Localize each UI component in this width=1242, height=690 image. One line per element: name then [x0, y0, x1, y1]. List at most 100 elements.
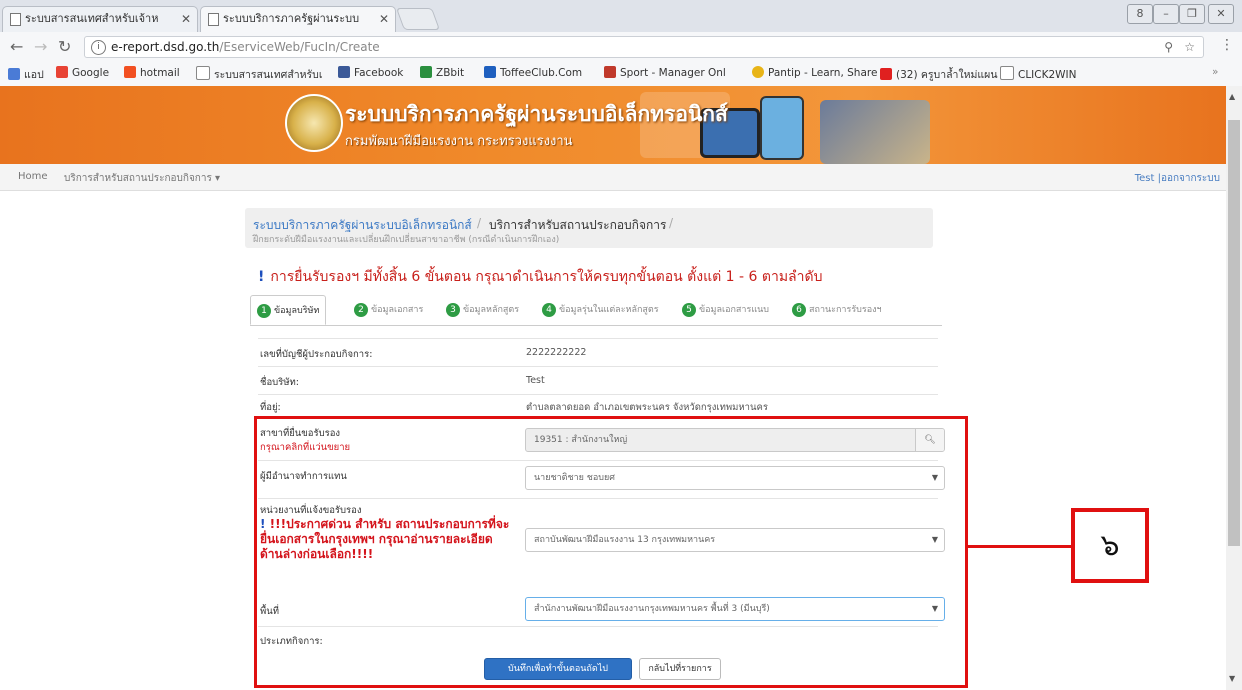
maximize-button[interactable]: ❐: [1179, 4, 1205, 24]
bookmark-dsd[interactable]: ระบบสารสนเทศสำหรับเ: [196, 66, 322, 83]
step-number: 4: [542, 302, 556, 317]
site-nav: Home บริการสำหรับสถานประกอบกิจการ ▾ Test…: [0, 164, 1226, 191]
steps-warning: ! การยื่นรับรองฯ มีทั้งสิ้น 6 ขั้นตอน กรุ…: [258, 266, 822, 288]
toffeeclub-icon: [484, 66, 496, 78]
bookmark-sport-manager[interactable]: Sport - Manager Onl: [604, 66, 726, 79]
bookmark-label: ระบบสารสนเทศสำหรับเ: [214, 69, 323, 81]
close-icon[interactable]: ✕: [379, 7, 389, 31]
scroll-up-icon[interactable]: ▲: [1229, 92, 1235, 101]
step-label: ข้อมูลเอกสาร: [371, 305, 424, 315]
bookmark-hotmail[interactable]: hotmail: [124, 66, 180, 79]
step-number: 6: [792, 302, 806, 317]
tab-step-5[interactable]: 5 ข้อมูลเอกสารแนบ: [682, 295, 769, 325]
steps-tabs: 1 ข้อมูลบริษัท 2 ข้อมูลเอกสาร 3 ข้อมูลหลักส…: [250, 295, 942, 326]
site-banner: ระบบบริการภาครัฐผ่านระบบอิเล็กทรอนิกส์ ก…: [0, 86, 1226, 164]
bookmark-label: Sport - Manager Onl: [620, 67, 726, 79]
breadcrumb-separator: /: [477, 216, 482, 230]
employer-id-value: 2222222222: [526, 347, 587, 358]
bookmark-label: Google: [72, 67, 110, 79]
breadcrumb-subtitle: ฝึกยกระดับฝีมือแรงงานและเปลี่ยนฝึกเปลี่ย…: [253, 235, 560, 245]
browser-tab-title: ระบบบริการภาครัฐผ่านระบบ: [223, 12, 360, 25]
address-bar: ← → ↻ i e-report.dsd.go.th/EserviceWeb/F…: [0, 32, 1242, 63]
user-icon[interactable]: 8: [1127, 4, 1153, 24]
tab-step-1[interactable]: 1 ข้อมูลบริษัท: [250, 295, 327, 325]
tab-step-3[interactable]: 3 ข้อมูลหลักสูตร: [446, 295, 519, 325]
nav-services-dropdown[interactable]: บริการสำหรับสถานประกอบกิจการ ▾: [64, 171, 220, 186]
bookmark-label: ToffeeClub.Com: [500, 67, 583, 79]
browser-tab-bar: ระบบสารสนเทศสำหรับเจ้าห ✕ ระบบบริการภาคร…: [0, 0, 1242, 33]
youtube-icon: [880, 68, 892, 80]
bookmark-label: Facebook: [354, 67, 404, 79]
new-tab-button[interactable]: [395, 8, 441, 30]
zoom-icon[interactable]: ⚲: [1164, 37, 1173, 57]
phone-image: [760, 96, 804, 160]
bookmark-pantip[interactable]: Pantip - Learn, Share: [752, 66, 877, 79]
document-icon: [1000, 66, 1014, 80]
step-label: ข้อมูลบริษัท: [274, 306, 320, 316]
address-row: ที่อยู่: ตำบลตลาดยอด อำเภอเขตพระนคร จังห…: [258, 394, 938, 417]
annotation-connector: [968, 545, 1071, 548]
bookmark-youtube[interactable]: (32) ครูบาล้ำใหม่แผน: [880, 66, 998, 83]
url-path: /EserviceWeb/FucIn/Create: [219, 40, 380, 54]
employer-id-row: เลขที่บัญชีผู้ประกอบกิจการ: 2222222222: [258, 338, 938, 367]
url-host: e-report.dsd.go.th: [111, 40, 220, 54]
scroll-thumb[interactable]: [1228, 120, 1240, 546]
info-icon[interactable]: i: [91, 40, 106, 55]
address-value: ตำบลตลาดยอด อำเภอเขตพระนคร จังหวัดกรุงเท…: [526, 402, 768, 413]
browser-tab-title: ระบบสารสนเทศสำหรับเจ้าห: [25, 12, 159, 25]
step-label: ข้อมูลหลักสูตร: [463, 305, 520, 315]
step-number: 2: [354, 302, 368, 317]
bookmark-toffeeclub[interactable]: ToffeeClub.Com: [484, 66, 582, 79]
browser-tab-1[interactable]: ระบบสารสนเทศสำหรับเจ้าห ✕: [2, 6, 198, 32]
bookmark-label: hotmail: [140, 67, 180, 79]
step-number: 5: [682, 302, 696, 317]
nav-logout[interactable]: Test |ออกจากระบบ: [1135, 171, 1220, 186]
browser-tab-2[interactable]: ระบบบริการภาครัฐผ่านระบบ ✕: [200, 6, 396, 32]
bookmarks-bar: แอป Google hotmail ระบบสารสนเทศสำหรับเ F…: [0, 62, 1242, 87]
zbbit-icon: [420, 66, 432, 78]
forward-arrow-icon[interactable]: →: [34, 37, 47, 56]
back-arrow-icon[interactable]: ←: [10, 37, 23, 56]
site-subtitle: กรมพัฒนาฝีมือแรงงาน กระทรวงแรงงาน: [345, 134, 573, 149]
nav-home[interactable]: Home: [18, 171, 48, 182]
breadcrumb-separator: /: [669, 216, 674, 230]
company-value: Test: [526, 375, 545, 386]
bookmark-label: (32) ครูบาล้ำใหม่แผน: [896, 69, 998, 81]
step-label: สถานะการรับรองฯ: [809, 305, 882, 315]
bookmark-google[interactable]: Google: [56, 66, 109, 79]
minimize-button[interactable]: –: [1153, 4, 1179, 24]
scroll-down-icon[interactable]: ▼: [1229, 674, 1235, 683]
annotation-label: ๖: [1071, 508, 1149, 583]
more-bookmarks-icon[interactable]: »: [1212, 66, 1218, 78]
site-title: ระบบบริการภาครัฐผ่านระบบอิเล็กทรอนิกส์: [345, 102, 728, 126]
apps-icon: [8, 68, 20, 80]
bookmark-label: ZBbit: [436, 67, 465, 79]
gmail-icon: [604, 66, 616, 78]
bookmark-apps[interactable]: แอป: [8, 66, 44, 83]
bookmark-zbbit[interactable]: ZBbit: [420, 66, 464, 79]
menu-icon[interactable]: ⋮: [1220, 37, 1234, 53]
close-icon[interactable]: ✕: [181, 7, 191, 31]
bookmark-facebook[interactable]: Facebook: [338, 66, 403, 79]
url-input[interactable]: i e-report.dsd.go.th/EserviceWeb/FucIn/C…: [84, 36, 1204, 58]
close-window-button[interactable]: ✕: [1208, 4, 1234, 24]
exclamation-icon: !: [258, 269, 265, 285]
employer-id-label: เลขที่บัญชีผู้ประกอบกิจการ:: [260, 349, 373, 360]
document-icon: [208, 13, 219, 26]
bookmark-click2win[interactable]: CLICK2WIN: [1000, 66, 1077, 81]
step-number: 1: [257, 303, 271, 318]
tab-step-4[interactable]: 4 ข้อมูลรุ่นในแต่ละหลักสูตร: [542, 295, 659, 325]
step-label: ข้อมูลเอกสารแนบ: [699, 305, 769, 315]
banner-photo: [820, 100, 930, 164]
reload-icon[interactable]: ↻: [58, 37, 71, 56]
facebook-icon: [338, 66, 350, 78]
company-row: ชื่อบริษัท: Test: [258, 366, 938, 395]
step-number: 3: [446, 302, 460, 317]
step-label: ข้อมูลรุ่นในแต่ละหลักสูตร: [559, 305, 659, 315]
tab-step-2[interactable]: 2 ข้อมูลเอกสาร: [354, 295, 423, 325]
star-icon[interactable]: ☆: [1184, 37, 1195, 57]
vertical-scrollbar[interactable]: ▲ ▼: [1226, 86, 1242, 690]
pantip-icon: [752, 66, 764, 78]
tab-step-6[interactable]: 6 สถานะการรับรองฯ: [792, 295, 882, 325]
bookmark-label: Pantip - Learn, Share: [768, 67, 878, 79]
